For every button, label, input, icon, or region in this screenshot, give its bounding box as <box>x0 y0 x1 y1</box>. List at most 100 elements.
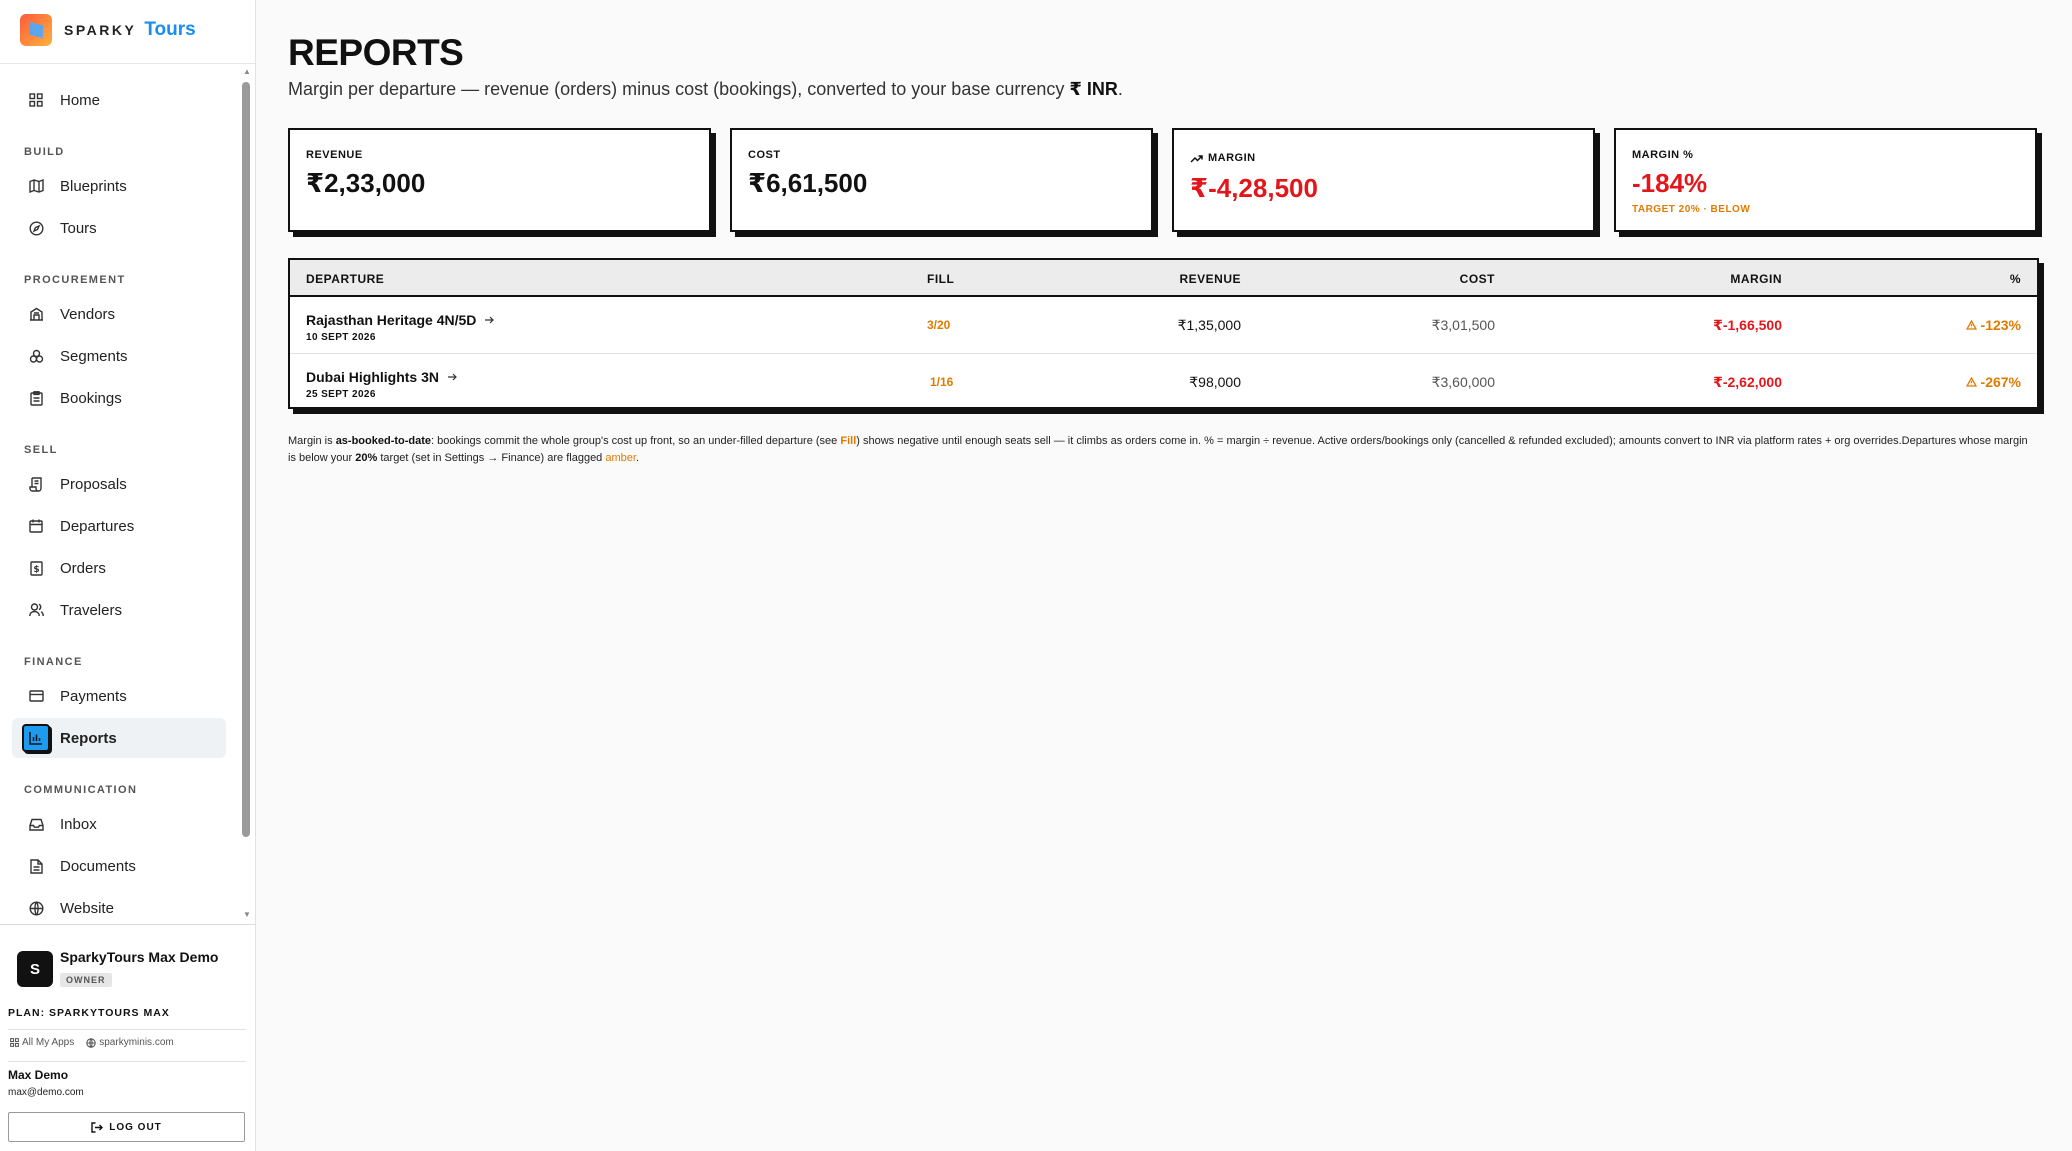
sidebar-item-home[interactable]: Home <box>12 80 226 120</box>
page-title: REPORTS <box>288 32 464 73</box>
warning-icon <box>1965 377 1977 387</box>
cost-value: ₹3,01,500 <box>1431 317 1495 333</box>
scroll-icon <box>28 476 44 492</box>
note-emphasis: as-booked-to-date <box>335 435 432 447</box>
main-content: REPORTS Margin per departure — revenue (… <box>288 0 2048 1151</box>
departure-link[interactable]: Dubai Highlights 3N <box>306 369 457 385</box>
sidebar-item-label: Bookings <box>60 389 122 407</box>
fill-value: 3/20 <box>927 318 951 332</box>
logout-button[interactable]: LOG OUT <box>8 1112 245 1142</box>
sidebar-item-segments[interactable]: Segments <box>12 336 226 376</box>
credit-card-icon <box>28 688 44 704</box>
workspace-avatar[interactable]: S <box>17 951 53 987</box>
globe-icon <box>28 900 44 916</box>
site-link[interactable]: sparkyminis.com <box>86 1037 174 1048</box>
sidebar-item-bookings[interactable]: Bookings <box>12 378 226 418</box>
sidebar-nav: Home BUILD Blueprints Tours PROCUREMENT … <box>0 64 240 924</box>
scroll-up-icon[interactable]: ▲ <box>242 68 252 76</box>
departure-name: Rajasthan Heritage 4N/5D <box>306 312 477 328</box>
logout-label: LOG OUT <box>109 1121 162 1133</box>
departure-date: 10 SEPT 2026 <box>306 332 376 343</box>
table-row[interactable]: Dubai Highlights 3N 25 SEPT 2026 1/16 ₹9… <box>290 354 2037 410</box>
stat-value: ₹-4,28,500 <box>1190 173 1318 203</box>
sidebar-item-label: Travelers <box>60 601 122 619</box>
arrow-right-icon <box>485 316 495 324</box>
workspace-name: SparkyTours Max Demo <box>60 949 219 965</box>
sidebar-item-label: Website <box>60 899 114 917</box>
departure-link[interactable]: Rajasthan Heritage 4N/5D <box>306 312 495 328</box>
divider <box>8 1061 246 1062</box>
sidebar-item-tours[interactable]: Tours <box>12 208 226 248</box>
svg-text:$: $ <box>33 565 39 575</box>
col-departure: DEPARTURE <box>306 272 385 286</box>
margin-value: ₹-2,62,000 <box>1713 374 1782 390</box>
calendar-icon <box>28 518 44 534</box>
section-sell: SELL <box>24 444 58 456</box>
departure-date: 25 SEPT 2026 <box>306 389 376 400</box>
section-finance: FINANCE <box>24 656 83 668</box>
sidebar-item-label: Home <box>60 91 101 109</box>
role-badge: OWNER <box>60 973 112 987</box>
sidebar-item-vendors[interactable]: Vendors <box>12 294 226 334</box>
building-icon <box>28 306 44 322</box>
note-amber: amber <box>605 452 636 464</box>
brand-word-sparky: SPARKY <box>64 22 137 38</box>
compass-icon <box>28 220 44 236</box>
sidebar-item-orders[interactable]: $ Orders <box>12 548 226 588</box>
stat-label: MARGIN <box>1208 152 1256 164</box>
all-apps-link[interactable]: All My Apps <box>10 1037 74 1048</box>
sidebar-item-label: Documents <box>60 857 136 875</box>
sidebar-item-proposals[interactable]: Proposals <box>12 464 226 504</box>
arrow-right-icon <box>448 373 457 381</box>
sidebar-item-payments[interactable]: Payments <box>12 676 226 716</box>
sidebar-item-travelers[interactable]: Travelers <box>12 590 226 630</box>
section-build: BUILD <box>24 146 65 158</box>
receipt-icon: $ <box>28 560 44 576</box>
user-name: Max Demo <box>8 1068 69 1082</box>
base-currency: ₹ INR <box>1069 79 1118 99</box>
site-label: sparkyminis.com <box>99 1037 174 1048</box>
stat-value: -184% <box>1632 168 1708 198</box>
note-fill-ref: Fill <box>840 435 857 447</box>
all-apps-label: All My Apps <box>22 1037 75 1048</box>
target-note: TARGET 20% · BELOW <box>1632 204 1751 215</box>
globe-icon <box>86 1037 96 1048</box>
sidebar-scroll-thumb[interactable] <box>242 82 250 837</box>
sidebar-item-label: Reports <box>60 729 117 747</box>
sidebar-item-departures[interactable]: Departures <box>12 506 226 546</box>
clipboard-icon <box>28 390 44 406</box>
inbox-icon <box>28 816 44 832</box>
subtitle-text: Margin per departure — revenue (orders) … <box>288 79 1065 99</box>
brand-logo-mark <box>20 14 52 46</box>
logout-icon <box>91 1121 104 1133</box>
note-text: : bookings commit the whole group's cost… <box>431 435 841 447</box>
sidebar-item-website[interactable]: Website <box>12 888 226 924</box>
sidebar-item-label: Tours <box>60 219 97 237</box>
departure-name: Dubai Highlights 3N <box>306 369 439 385</box>
pct-text: -123% <box>1980 317 2021 333</box>
stat-card-cost: COST ₹6,61,500 <box>730 128 1153 232</box>
sidebar-item-inbox[interactable]: Inbox <box>12 804 226 844</box>
col-fill: FILL <box>927 272 955 286</box>
margin-pct-value: -267% <box>1965 374 2021 390</box>
table-header: DEPARTURE FILL REVENUE COST MARGIN % <box>290 260 2037 297</box>
note-text: . <box>635 452 639 464</box>
brand-logo[interactable]: SPARKY Tours <box>20 14 196 46</box>
sidebar-item-documents[interactable]: Documents <box>12 846 226 886</box>
trending-icon <box>1190 154 1203 163</box>
col-pct: % <box>2009 272 2021 286</box>
note-target: 20% <box>355 452 378 464</box>
sidebar-item-blueprints[interactable]: Blueprints <box>12 166 226 206</box>
sidebar-item-label: Inbox <box>60 815 97 833</box>
brand-word-tours: Tours <box>144 19 196 40</box>
sidebar-item-reports[interactable]: Reports <box>12 718 226 758</box>
stat-label: REVENUE <box>306 149 363 161</box>
col-cost: COST <box>1459 272 1495 286</box>
grid-icon <box>28 92 44 108</box>
pct-text: -267% <box>1980 374 2021 390</box>
section-communication: COMMUNICATION <box>24 784 138 796</box>
note-text: Margin is <box>288 435 336 447</box>
scroll-down-icon[interactable]: ▼ <box>242 911 252 919</box>
table-row[interactable]: Rajasthan Heritage 4N/5D 10 SEPT 2026 3/… <box>290 297 2037 353</box>
stat-card-revenue: REVENUE ₹2,33,000 <box>288 128 711 232</box>
